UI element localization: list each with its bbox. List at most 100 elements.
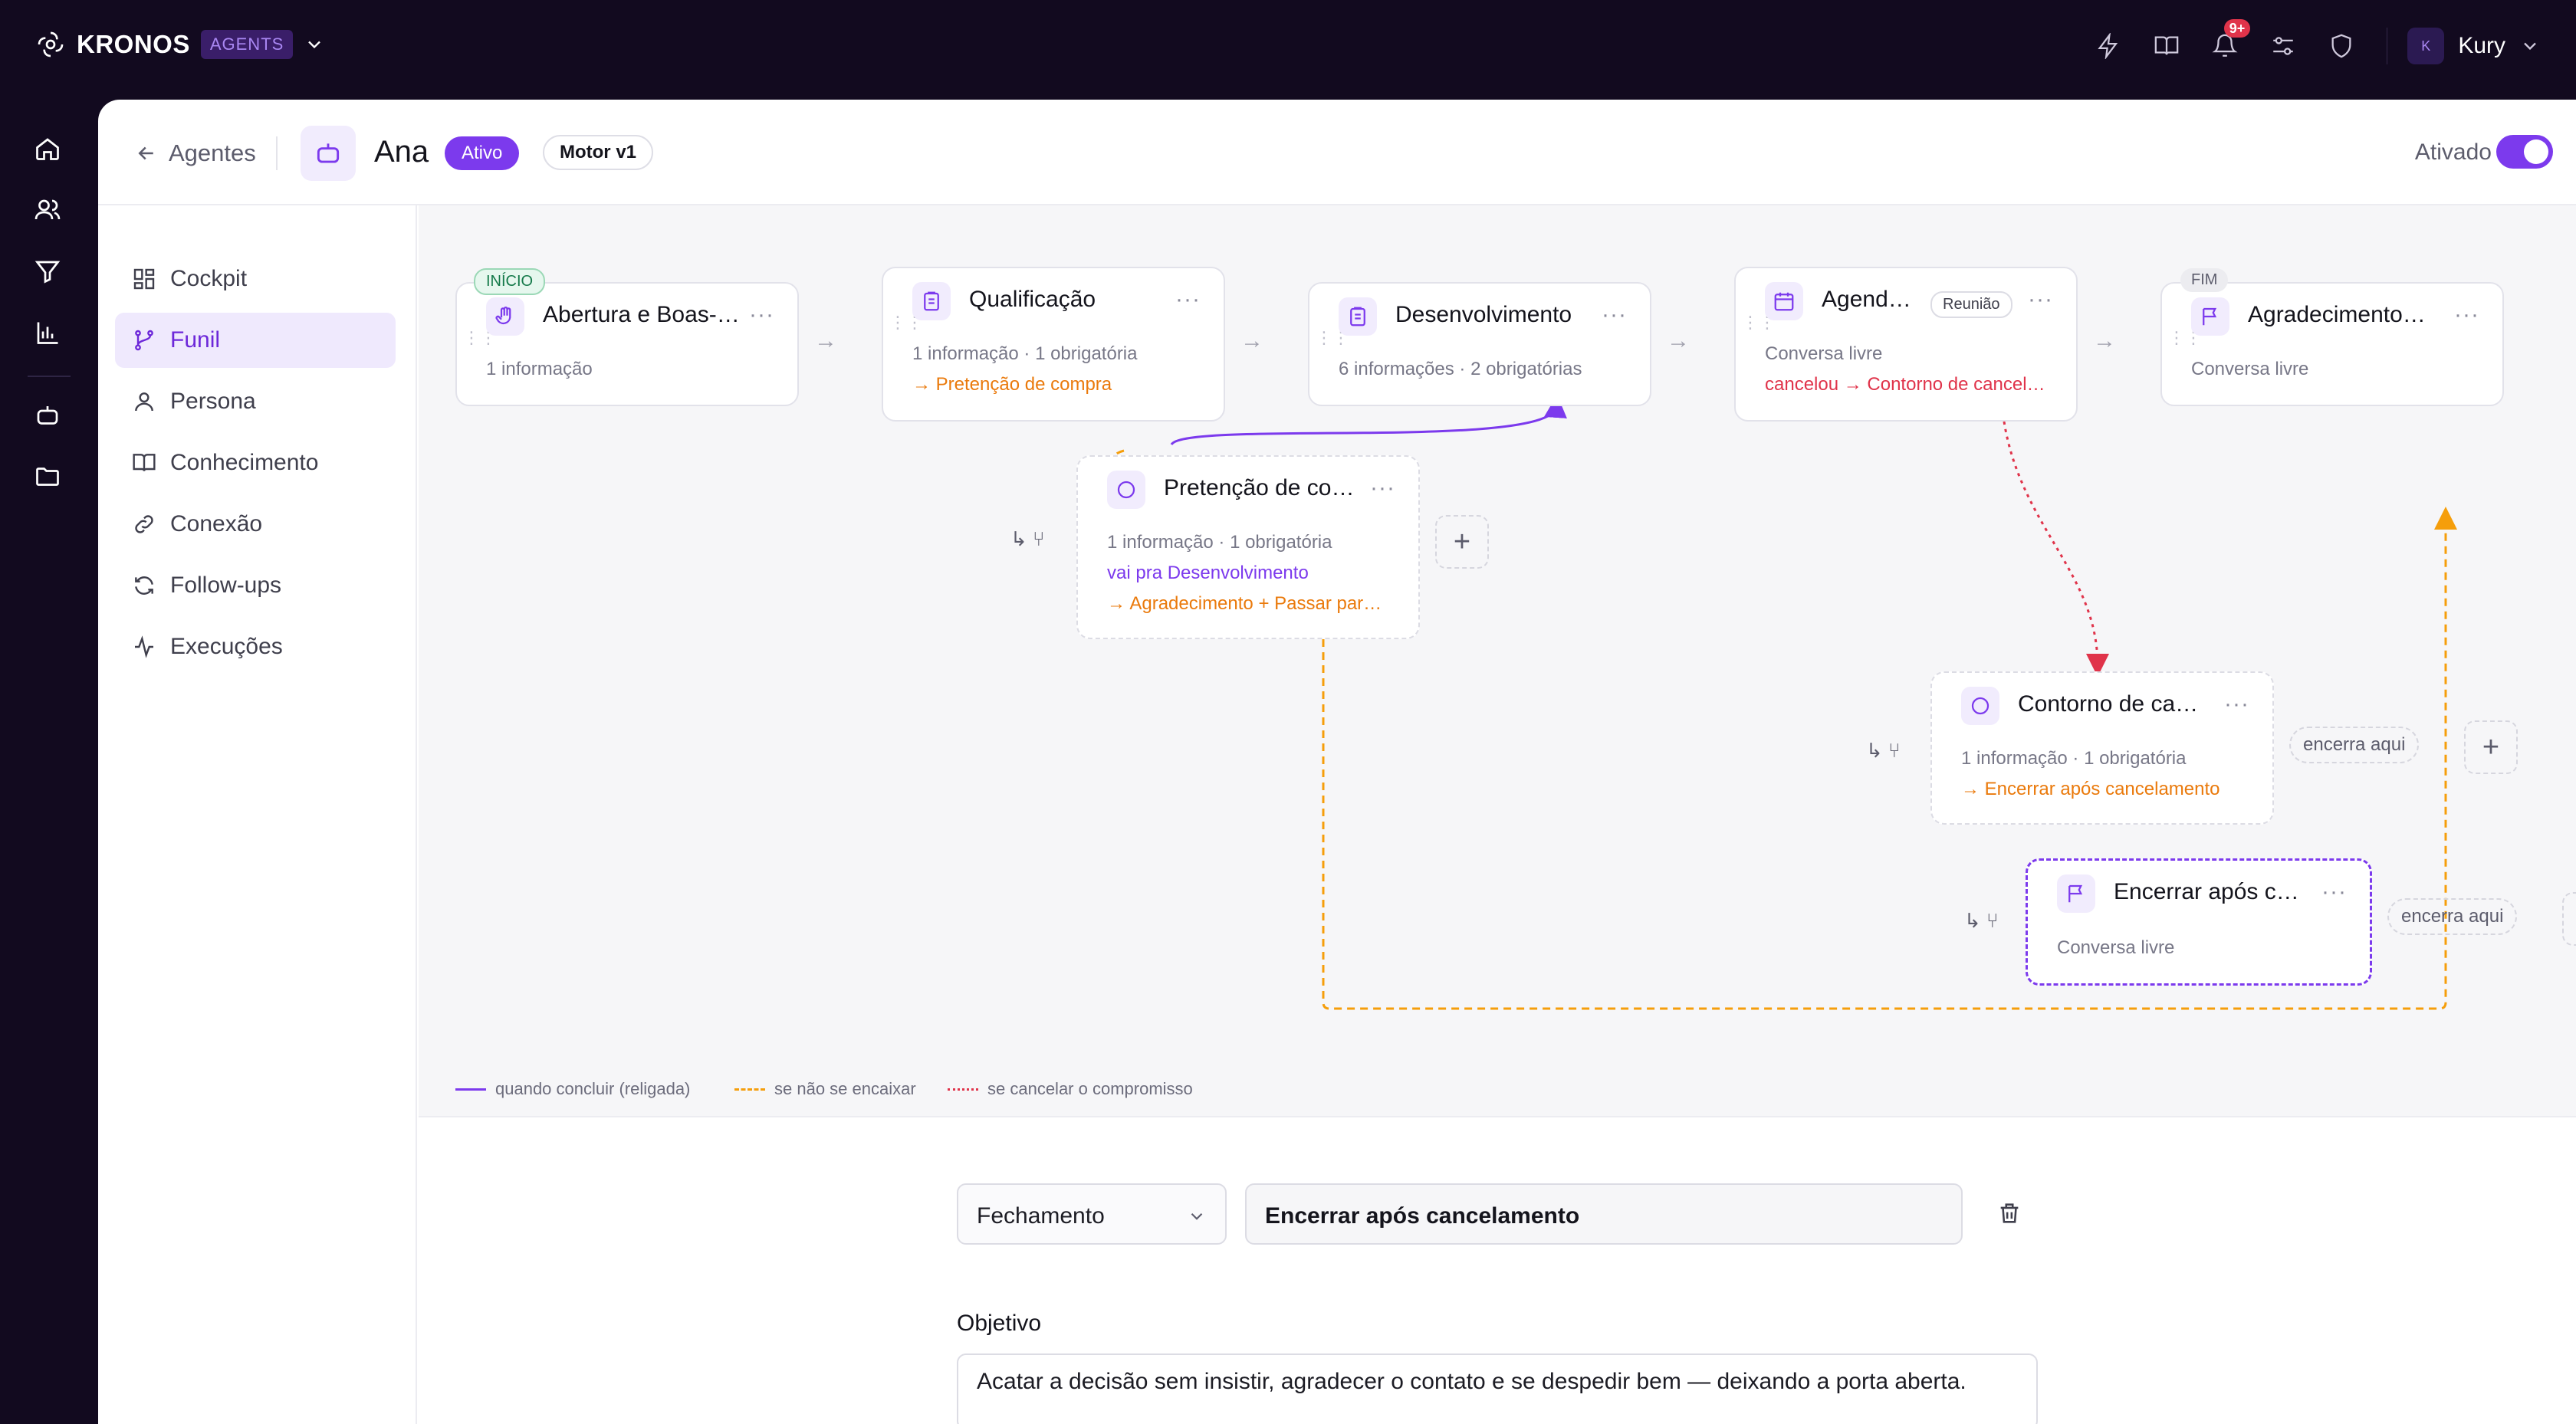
nav-item-conhecimento[interactable]: Conhecimento <box>115 435 396 491</box>
nav-item-execucoes[interactable]: Execuções <box>115 619 396 674</box>
branch-icon[interactable]: ↳ ⑂ <box>1866 739 1901 763</box>
node-title: Contorno de cancelamento <box>2018 691 2210 717</box>
chart-icon[interactable] <box>34 319 64 349</box>
nav-label: Conhecimento <box>170 450 319 475</box>
more-icon[interactable]: ··· <box>2454 302 2479 328</box>
legend-item-no-fit: se não se encaixar <box>734 1079 916 1099</box>
rail-divider <box>28 376 71 377</box>
node-info: 1 informação <box>486 359 593 379</box>
end-here-chip[interactable]: encerra aqui <box>2387 898 2518 935</box>
nav-item-funil[interactable]: Funil <box>115 313 396 368</box>
node-info: 1 informação · 1 obrigatória <box>1961 748 2187 769</box>
node-info: Conversa livre <box>2191 359 2309 379</box>
brand[interactable]: KRONOS AGENTS <box>35 29 325 60</box>
lightning-icon[interactable] <box>2095 31 2121 61</box>
branch-icon <box>135 330 153 351</box>
kronos-logo-icon <box>38 31 64 57</box>
node-abertura[interactable]: INÍCIO ⋮⋮ Abertura e Boas-vindas ··· 1 i… <box>455 268 799 406</box>
book-icon[interactable] <box>2154 33 2180 59</box>
clipboard-icon <box>1339 297 1377 336</box>
user-menu[interactable]: K Kury <box>2387 28 2541 64</box>
node-title: Encerrar após cancelamento <box>2114 879 2305 904</box>
enabled-toggle[interactable] <box>2496 135 2553 169</box>
arrow-right-icon: → <box>2093 328 2116 353</box>
step-name-input[interactable]: Encerrar após cancelamento <box>1245 1183 1963 1245</box>
agent-header: Agentes Ana Ativo Motor v1 Ativado <box>98 100 2576 205</box>
more-icon[interactable]: ··· <box>1175 287 1201 313</box>
node-agendamento[interactable]: ⋮⋮ Agendamento Reunião ··· Conversa livr… <box>1734 267 2078 422</box>
arrow-right-icon: → <box>814 328 837 353</box>
node-loop: vai pra Desenvolvimento <box>1107 563 1309 583</box>
step-type-select[interactable]: Fechamento <box>957 1183 1227 1245</box>
drag-handle-icon[interactable]: ⋮⋮ <box>1316 330 1349 346</box>
node-title: Agradecimento final <box>2248 302 2432 327</box>
node-info: 6 informações · 2 obrigatórias <box>1339 359 1582 379</box>
nav-item-follow-ups[interactable]: Follow-ups <box>115 558 396 613</box>
folder-icon[interactable] <box>34 463 64 494</box>
drag-handle-icon[interactable]: ⋮⋮ <box>463 330 497 346</box>
node-qualificacao[interactable]: ⋮⋮ Qualificação ··· 1 informação · 1 obr… <box>882 267 1225 422</box>
hand-icon <box>486 297 524 336</box>
shield-icon[interactable] <box>2328 33 2354 59</box>
bell-icon[interactable]: 9+ <box>2212 19 2251 59</box>
more-icon[interactable]: ··· <box>1602 302 1627 328</box>
circle-icon <box>1961 687 1999 725</box>
drag-handle-icon[interactable]: ⋮⋮ <box>1742 314 1776 331</box>
select-value: Fechamento <box>977 1203 1105 1229</box>
add-node-button[interactable]: + <box>2464 720 2518 774</box>
funnel-icon[interactable] <box>34 258 64 288</box>
branch-icon[interactable]: ↳ ⑂ <box>1010 527 1045 551</box>
nav-item-cockpit[interactable]: Cockpit <box>115 251 396 307</box>
more-icon[interactable]: ··· <box>2028 287 2053 313</box>
sliders-icon[interactable] <box>2270 33 2296 59</box>
node-pretencao[interactable]: Pretenção de compra ··· 1 informação · 1… <box>1076 455 1420 639</box>
more-icon[interactable]: ··· <box>749 302 774 328</box>
more-icon[interactable]: ··· <box>2224 691 2249 717</box>
brand-name: KRONOS <box>77 30 190 58</box>
legend-label: quando concluir (religada) <box>495 1079 691 1098</box>
node-info: Conversa livre <box>2057 937 2175 958</box>
objective-textarea[interactable]: Acatar a decisão sem insistir, agradecer… <box>957 1353 2038 1424</box>
chevron-down-icon[interactable] <box>304 34 325 55</box>
add-node-button[interactable]: + <box>2562 892 2576 946</box>
flag-icon <box>2191 297 2229 336</box>
nav-label: Funil <box>170 327 221 353</box>
clipboard-icon <box>912 282 951 320</box>
objective-label: Objetivo <box>957 1311 1042 1336</box>
agent-bot-icon <box>301 126 356 181</box>
branch-icon[interactable]: ↳ ⑂ <box>1964 909 1999 933</box>
enabled-label: Ativado <box>2414 139 2492 165</box>
bot-icon[interactable] <box>34 402 64 432</box>
back-link[interactable]: Agentes <box>135 139 256 167</box>
agent-sidenav: Cockpit Funil Persona Conhecimento Conex… <box>98 205 417 1424</box>
drag-handle-icon[interactable]: ⋮⋮ <box>2168 330 2202 346</box>
node-info: 1 informação · 1 obrigatória <box>912 343 1138 364</box>
legend-swatch <box>734 1088 765 1091</box>
status-badge: Ativo <box>445 136 520 170</box>
calendar-icon <box>1765 282 1803 320</box>
node-encerrar[interactable]: Encerrar após cancelamento ··· Conversa … <box>2026 858 2372 986</box>
end-here-chip[interactable]: encerra aqui <box>2289 727 2420 763</box>
funnel-canvas[interactable]: INÍCIO ⋮⋮ Abertura e Boas-vindas ··· 1 i… <box>419 205 2576 1117</box>
drag-handle-icon[interactable]: ⋮⋮ <box>889 314 923 331</box>
agent-name: Ana <box>374 135 429 169</box>
more-icon[interactable]: ··· <box>1370 475 1395 501</box>
node-contorno[interactable]: Contorno de cancelamento ··· 1 informaçã… <box>1930 671 2274 825</box>
users-icon[interactable] <box>34 196 64 227</box>
node-title: Qualificação <box>969 287 1096 312</box>
add-node-button[interactable]: + <box>1435 515 1489 569</box>
nav-item-persona[interactable]: Persona <box>115 374 396 429</box>
node-agradecimento[interactable]: FIM ⋮⋮ Agradecimento final ··· Conversa … <box>2160 268 2504 406</box>
home-icon[interactable] <box>34 135 64 166</box>
legend-swatch <box>948 1088 978 1091</box>
node-desenvolvimento[interactable]: ⋮⋮ Desenvolvimento ··· 6 informações · 2… <box>1308 282 1651 406</box>
trash-icon[interactable] <box>1996 1200 2022 1226</box>
legend-swatch <box>455 1088 486 1091</box>
node-route: → Agradecimento + Passar para humano <box>1107 593 1391 614</box>
end-tag: FIM <box>2180 268 2229 292</box>
nav-item-conexao[interactable]: Conexão <box>115 497 396 552</box>
more-icon[interactable]: ··· <box>2321 879 2347 905</box>
activity-icon <box>135 635 153 658</box>
circle-icon <box>1107 471 1145 509</box>
chevron-down-icon <box>1191 1212 1203 1220</box>
